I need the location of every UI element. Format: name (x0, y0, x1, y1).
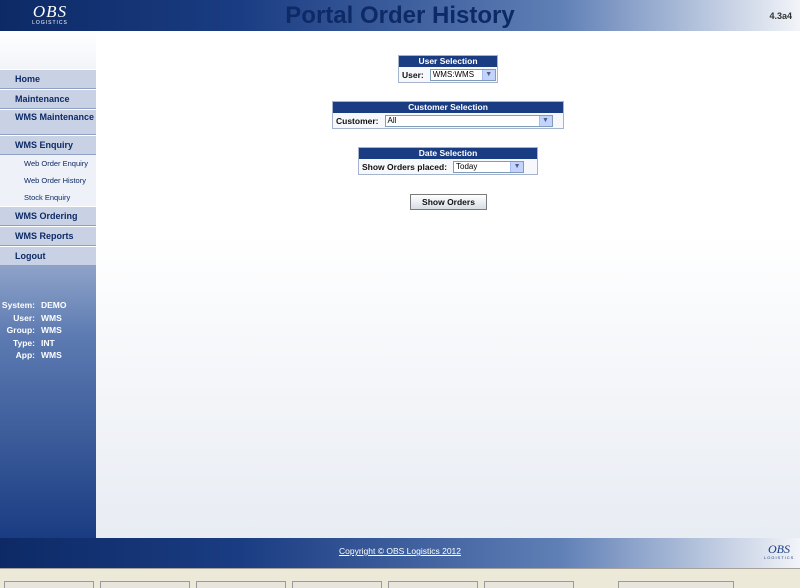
show-orders-placed-label: Show Orders placed: (362, 161, 448, 172)
taskbar-button[interactable] (388, 581, 478, 588)
chevron-down-icon[interactable]: ▼ (510, 161, 524, 172)
page-title: Portal Order History (285, 2, 515, 29)
session-info: System: DEMO User: WMS Group: WMS Type: … (0, 299, 96, 362)
sidebar-item-wms-reports[interactable]: WMS Reports (0, 226, 96, 246)
user-select[interactable]: WMS:WMS ▼ (429, 68, 496, 81)
taskbar-button[interactable] (484, 581, 574, 588)
chevron-down-icon[interactable]: ▼ (538, 115, 552, 126)
customer-selection-title: Customer Selection (333, 102, 563, 113)
info-row-system: System: DEMO (1, 300, 67, 310)
user-selection-title: User Selection (399, 56, 497, 67)
chevron-down-icon[interactable]: ▼ (481, 69, 495, 80)
version-label: 4.3a4 (769, 11, 792, 21)
customer-selection-panel: Customer Selection Customer: All ▼ (332, 101, 564, 129)
sidebar-item-wms-maintenance[interactable]: WMS Maintenance (0, 109, 96, 135)
sidebar-item-wms-ordering[interactable]: WMS Ordering (0, 206, 96, 226)
date-selection-panel: Date Selection Show Orders placed: Today… (358, 147, 538, 175)
user-label: User: (402, 69, 424, 80)
wms-enquiry-submenu: Web Order Enquiry Web Order History Stoc… (0, 155, 96, 206)
date-range-select[interactable]: Today ▼ (453, 160, 525, 173)
os-taskbar (0, 568, 800, 588)
date-selection-title: Date Selection (359, 148, 537, 159)
user-selection-panel: User Selection User: WMS:WMS ▼ (398, 55, 498, 83)
sidebar-item-home[interactable]: Home (0, 69, 96, 89)
sidebar-subitem-web-order-enquiry[interactable]: Web Order Enquiry (0, 155, 96, 172)
obs-footer-logo: OBS LOGISTICS (764, 542, 795, 560)
taskbar-button[interactable] (292, 581, 382, 588)
sidebar-item-logout[interactable]: Logout (0, 246, 96, 266)
customer-select[interactable]: All ▼ (384, 114, 553, 127)
sidebar: Home Maintenance WMS Maintenance WMS Enq… (0, 31, 96, 538)
taskbar-button[interactable] (100, 581, 190, 588)
header-bar: OBS LOGISTICS Portal Order History 4.3a4 (0, 0, 800, 31)
info-row-app: App: WMS (15, 350, 62, 360)
sidebar-subitem-stock-enquiry[interactable]: Stock Enquiry (0, 189, 96, 206)
customer-label: Customer: (336, 115, 379, 126)
sidebar-menu: Home Maintenance WMS Maintenance WMS Enq… (0, 69, 96, 266)
status-field (618, 581, 734, 588)
copyright-link[interactable]: Copyright © OBS Logistics 2012 (0, 546, 800, 556)
taskbar-button[interactable] (4, 581, 94, 588)
info-row-user: User: WMS (13, 312, 62, 323)
main-content: User Selection User: WMS:WMS ▼ Customer … (96, 31, 800, 538)
sidebar-subitem-web-order-history[interactable]: Web Order History (0, 172, 96, 189)
info-row-group: Group: WMS (6, 325, 62, 335)
info-row-type: Type: INT (12, 337, 55, 348)
footer-bar: Copyright © OBS Logistics 2012 OBS LOGIS… (0, 538, 800, 568)
taskbar-button[interactable] (196, 581, 286, 588)
show-orders-button[interactable]: Show Orders (410, 194, 487, 210)
sidebar-item-wms-enquiry[interactable]: WMS Enquiry (0, 135, 96, 155)
sidebar-item-maintenance[interactable]: Maintenance (0, 89, 96, 109)
